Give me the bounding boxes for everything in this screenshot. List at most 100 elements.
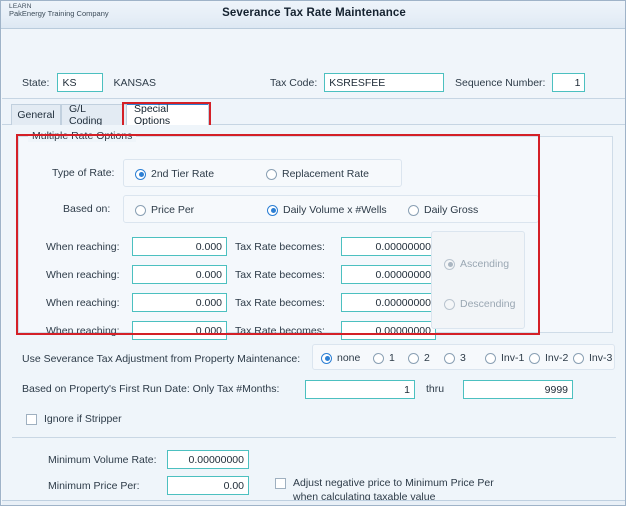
radio-replacement-rate[interactable]: Replacement Rate <box>266 168 369 180</box>
radio-ascending[interactable]: Ascending <box>444 258 509 270</box>
state-field-group: State: KS KANSAS <box>22 73 156 92</box>
rate-row-1-becomes-label: Tax Rate becomes: <box>235 240 325 253</box>
radio-price-per-dot <box>135 204 146 216</box>
radio-descending[interactable]: Descending <box>444 298 515 310</box>
radio-adjustment-1-label: 1 <box>389 352 395 364</box>
rate-row-3-becomes-label: Tax Rate becomes: <box>235 296 325 309</box>
rate-row-3-when-input[interactable]: 0.000 <box>132 293 227 312</box>
tab-general[interactable]: General <box>11 104 61 125</box>
minimum-price-per-input[interactable]: 0.00 <box>167 476 249 495</box>
rate-row-2-when-input[interactable]: 0.000 <box>132 265 227 284</box>
rate-row-1-when-label: When reaching: <box>46 240 120 253</box>
rate-row-4-when-label: When reaching: <box>46 324 120 337</box>
rate-row-4-when-input[interactable]: 0.000 <box>132 321 227 340</box>
radio-daily-volume-x-wells[interactable]: Daily Volume x #Wells <box>267 204 387 216</box>
radio-replacement-rate-label: Replacement Rate <box>282 168 369 180</box>
adjustment-options-panel: none 1 2 3 Inv-1 Inv-2 Inv-3 <box>312 344 615 370</box>
radio-adjustment-2-dot <box>408 352 419 364</box>
state-label: State: <box>22 76 50 89</box>
multiple-rate-options-group: Multiple Rate Options Type of Rate: 2nd … <box>18 130 613 340</box>
tax-code-input[interactable]: KSRESFEE <box>324 73 445 92</box>
based-on-label-wrap: Based on: <box>63 203 110 215</box>
radio-adjustment-inv-1-label: Inv-1 <box>501 352 525 364</box>
tab-general-label: General <box>17 109 55 121</box>
rate-row-2-becomes-input[interactable]: 0.00000000 <box>341 265 436 284</box>
radio-adjustment-3[interactable]: 3 <box>444 352 466 364</box>
tax-code-field-group: Tax Code: KSRESFEE <box>270 73 445 92</box>
radio-adjustment-inv-3-label: Inv-3 <box>589 352 613 364</box>
adjust-negative-price-checkbox[interactable] <box>275 478 286 489</box>
state-input[interactable]: KS <box>57 73 104 92</box>
rate-row-3-when-label: When reaching: <box>46 296 120 309</box>
rate-row-3-becomes-input[interactable]: 0.00000000 <box>341 293 436 312</box>
radio-daily-gross[interactable]: Daily Gross <box>408 204 478 216</box>
sequence-number-field-group: Sequence Number: 1 <box>455 73 586 92</box>
rate-row-1-when-input[interactable]: 0.000 <box>132 237 227 256</box>
page-title: Severance Tax Rate Maintenance <box>222 7 406 19</box>
radio-adjustment-none-dot <box>321 352 332 364</box>
radio-adjustment-inv-1-dot <box>485 352 496 364</box>
radio-daily-gross-label: Daily Gross <box>424 204 479 216</box>
minimum-volume-rate-label: Minimum Volume Rate: <box>48 453 157 466</box>
radio-adjustment-inv-3[interactable]: Inv-3 <box>573 352 612 364</box>
based-on-options-panel: Price Per Daily Volume x #Wells Daily Gr… <box>123 195 539 223</box>
based-on-label: Based on: <box>63 203 111 215</box>
rate-row-2: When reaching: 0.000 Tax Rate becomes: 0… <box>46 265 436 284</box>
radio-adjustment-1[interactable]: 1 <box>373 352 395 364</box>
sequence-number-input[interactable]: 1 <box>552 73 586 92</box>
tab-special-options[interactable]: Special Options <box>126 102 209 127</box>
first-run-from-input[interactable]: 1 <box>305 380 415 399</box>
radio-daily-volume-x-wells-label: Daily Volume x #Wells <box>283 204 387 216</box>
first-run-label: Based on Property's First Run Date: Only… <box>22 383 280 395</box>
rate-row-2-when-label: When reaching: <box>46 268 120 281</box>
radio-adjustment-2-label: 2 <box>424 352 430 364</box>
radio-daily-volume-x-wells-dot <box>267 204 278 216</box>
radio-replacement-rate-dot <box>266 168 277 180</box>
sequence-number-label: Sequence Number: <box>455 76 546 89</box>
rate-row-4: When reaching: 0.000 Tax Rate becomes: 0… <box>46 321 436 340</box>
radio-daily-gross-dot <box>408 204 419 216</box>
rate-row-1: When reaching: 0.000 Tax Rate becomes: 0… <box>46 237 436 256</box>
ignore-if-stripper-label: Ignore if Stripper <box>44 413 122 425</box>
tab-special-options-label: Special Options <box>134 103 171 127</box>
radio-adjustment-inv-3-dot <box>573 352 584 364</box>
radio-price-per[interactable]: Price Per <box>135 204 194 216</box>
tax-code-label: Tax Code: <box>270 76 318 89</box>
special-options-panel: Multiple Rate Options Type of Rate: 2nd … <box>2 125 625 505</box>
type-of-rate-label: Type of Rate: <box>52 167 115 179</box>
first-run-to-input[interactable]: 9999 <box>463 380 573 399</box>
record-header: State: KS KANSAS Tax Code: KSRESFEE Sequ… <box>2 29 625 99</box>
ignore-if-stripper-checkbox[interactable] <box>26 413 37 425</box>
tab-gl-coding-label: G/L Coding <box>69 103 103 127</box>
radio-adjustment-2[interactable]: 2 <box>408 352 430 364</box>
radio-adjustment-inv-2-dot <box>529 352 540 364</box>
type-of-rate-label-wrap: Type of Rate: <box>52 167 114 179</box>
minimum-price-per-row: Minimum Price Per: 0.00 <box>48 476 249 495</box>
tab-gl-coding[interactable]: G/L Coding <box>61 103 127 127</box>
minimum-volume-rate-row: Minimum Volume Rate: 0.00000000 <box>48 450 249 469</box>
radio-adjustment-1-dot <box>373 352 384 364</box>
rate-row-4-becomes-label: Tax Rate becomes: <box>235 324 325 337</box>
radio-adjustment-inv-1[interactable]: Inv-1 <box>485 352 524 364</box>
ignore-if-stripper-row[interactable]: Ignore if Stripper <box>26 413 122 425</box>
rate-row-4-becomes-input[interactable]: 0.00000000 <box>341 321 436 340</box>
radio-adjustment-3-label: 3 <box>460 352 466 364</box>
first-run-thru-label: thru <box>426 383 445 395</box>
radio-2nd-tier-rate[interactable]: 2nd Tier Rate <box>135 168 214 180</box>
type-of-rate-options-panel: 2nd Tier Rate Replacement Rate <box>123 159 402 187</box>
radio-adjustment-3-dot <box>444 352 455 364</box>
window-status-bar <box>2 500 625 505</box>
minimum-price-per-label: Minimum Price Per: <box>48 479 140 492</box>
minimum-volume-rate-input[interactable]: 0.00000000 <box>167 450 249 469</box>
radio-adjustment-none[interactable]: none <box>321 352 360 364</box>
radio-ascending-label: Ascending <box>460 258 510 270</box>
radio-adjustment-inv-2[interactable]: Inv-2 <box>529 352 568 364</box>
rate-row-1-becomes-input[interactable]: 0.00000000 <box>341 237 436 256</box>
tab-strip: General G/L Coding Special Options <box>2 99 625 127</box>
adjustment-label: Use Severance Tax Adjustment from Proper… <box>22 353 301 365</box>
multiple-rate-options-title: Multiple Rate Options <box>28 130 137 142</box>
adjustment-label-wrap: Use Severance Tax Adjustment from Proper… <box>22 353 300 365</box>
rate-row-2-becomes-label: Tax Rate becomes: <box>235 268 325 281</box>
radio-adjustment-inv-2-label: Inv-2 <box>545 352 569 364</box>
radio-price-per-label: Price Per <box>151 204 195 216</box>
